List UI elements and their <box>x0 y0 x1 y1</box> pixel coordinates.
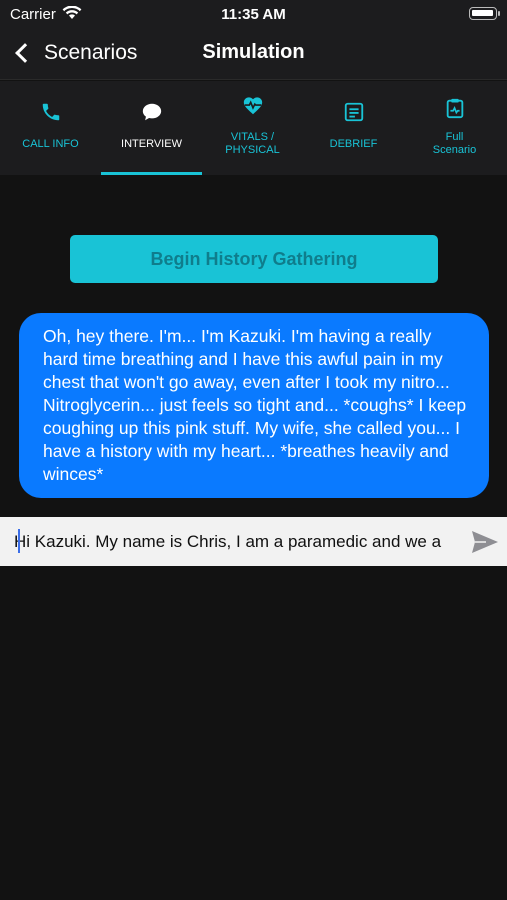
tab-debrief[interactable]: DEBRIEF <box>303 81 404 175</box>
tab-vitals-physical[interactable]: VITALS / PHYSICAL <box>202 81 303 175</box>
tab-label: VITALS / PHYSICAL <box>225 131 280 156</box>
tab-call-info[interactable]: CALL INFO <box>0 81 101 175</box>
clipboard-icon <box>446 98 464 119</box>
status-bar: Carrier 11:35 AM <box>0 0 507 30</box>
navigation-bar: Scenarios Simulation <box>0 30 507 80</box>
tab-bar: CALL INFO INTERVIEW VITALS / PHYSICAL DE… <box>0 81 507 175</box>
send-icon[interactable] <box>470 529 500 555</box>
tab-label: Full Scenario <box>432 131 477 156</box>
message-input[interactable] <box>14 525 454 558</box>
tab-interview[interactable]: INTERVIEW <box>101 81 202 175</box>
begin-history-gathering-button[interactable]: Begin History Gathering <box>70 235 438 283</box>
text-cursor <box>18 529 20 553</box>
heartbeat-icon <box>243 97 263 115</box>
chat-bubble-icon <box>142 103 162 121</box>
clock-time: 11:35 AM <box>221 6 286 23</box>
message-input-bar <box>0 517 507 566</box>
tab-label: INTERVIEW <box>121 138 182 150</box>
page-title: Simulation <box>202 41 305 63</box>
tab-label: DEBRIEF <box>329 138 378 150</box>
patient-message-bubble: Oh, hey there. I'm... I'm Kazuki. I'm ha… <box>19 313 489 498</box>
patient-message-text: Oh, hey there. I'm... I'm Kazuki. I'm ha… <box>43 326 467 484</box>
active-tab-indicator <box>101 172 202 175</box>
phone-icon <box>42 103 60 121</box>
battery-icon <box>469 7 500 20</box>
tab-full-scenario[interactable]: Full Scenario <box>404 81 505 175</box>
document-icon <box>344 102 364 122</box>
tab-label: CALL INFO <box>22 138 79 150</box>
